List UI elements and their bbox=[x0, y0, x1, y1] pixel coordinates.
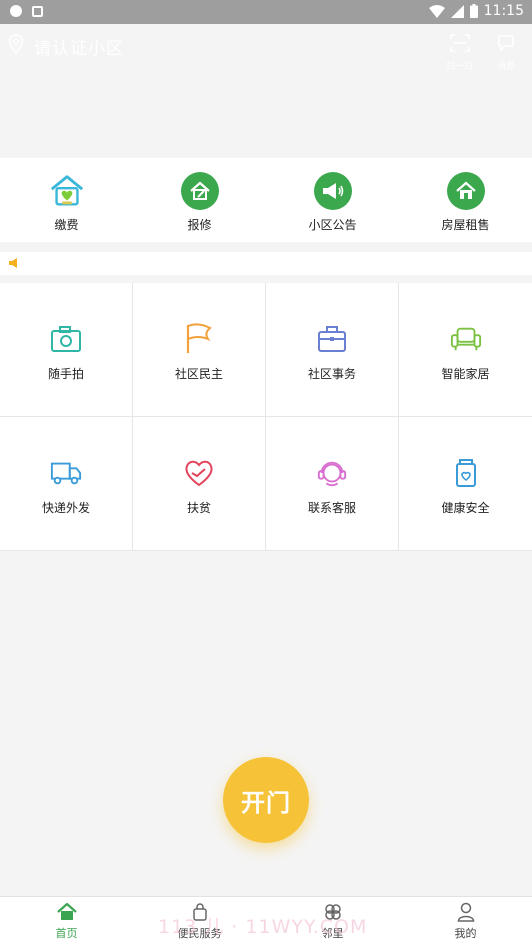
quick-action-label: 缴费 bbox=[54, 218, 79, 232]
scan-button[interactable]: 扫一扫 bbox=[446, 34, 473, 72]
notification-app-icon bbox=[32, 5, 43, 17]
repair-house-icon bbox=[180, 172, 219, 210]
service-label: 联系客服 bbox=[307, 501, 356, 515]
heart-hand-icon bbox=[183, 457, 215, 489]
quick-action-repair[interactable]: 报修 bbox=[133, 158, 266, 242]
service-health[interactable]: 健康安全 bbox=[399, 417, 532, 551]
service-label: 快递外发 bbox=[41, 501, 90, 515]
wifi-icon bbox=[428, 4, 445, 18]
megaphone-icon bbox=[313, 172, 352, 210]
scan-label: 扫一扫 bbox=[446, 62, 474, 72]
notification-dot-icon bbox=[10, 5, 22, 17]
service-label: 扶贫 bbox=[186, 501, 211, 515]
quick-action-label: 报修 bbox=[187, 218, 212, 232]
headset-icon bbox=[316, 457, 348, 489]
speaker-icon bbox=[9, 258, 17, 268]
scan-icon bbox=[449, 34, 470, 52]
quick-actions: 缴费 报修 小区公告 房屋租售 bbox=[0, 158, 532, 242]
service-affairs[interactable]: 社区事务 bbox=[266, 283, 399, 417]
open-door-button[interactable]: 开门 bbox=[223, 757, 309, 843]
service-poverty[interactable]: 扶贫 bbox=[133, 417, 266, 551]
quick-action-label: 小区公告 bbox=[308, 218, 357, 232]
notice-bar[interactable] bbox=[0, 252, 532, 275]
community-title[interactable]: 请认证小区 bbox=[34, 34, 124, 59]
service-snapshot[interactable]: 随手拍 bbox=[0, 283, 133, 417]
message-label: 消息 bbox=[497, 62, 516, 72]
jar-icon bbox=[450, 457, 482, 489]
service-smart-home[interactable]: 智能家居 bbox=[399, 283, 532, 417]
home-icon bbox=[446, 172, 485, 210]
camera-icon bbox=[50, 323, 82, 355]
message-button[interactable]: 消息 bbox=[497, 34, 515, 72]
user-icon bbox=[455, 902, 477, 922]
service-label: 健康安全 bbox=[441, 501, 490, 515]
tab-label: 首页 bbox=[55, 927, 78, 940]
service-label: 随手拍 bbox=[47, 367, 84, 381]
quick-action-housing[interactable]: 房屋租售 bbox=[399, 158, 532, 242]
battery-icon bbox=[469, 4, 478, 18]
service-grid: 随手拍 社区民主 社区事务 智能家居 快递外发 扶贫 联系客服 健康安全 bbox=[0, 283, 532, 551]
watermark: 113 儿 · 11WYY.COM bbox=[158, 916, 368, 938]
tab-mine[interactable]: 我的 bbox=[399, 897, 532, 944]
service-democracy[interactable]: 社区民主 bbox=[133, 283, 266, 417]
truck-icon bbox=[50, 457, 82, 489]
sofa-icon bbox=[450, 323, 482, 355]
quick-action-payment[interactable]: 缴费 bbox=[0, 158, 133, 242]
service-customer-service[interactable]: 联系客服 bbox=[266, 417, 399, 551]
service-label: 社区民主 bbox=[174, 367, 223, 381]
house-heart-icon bbox=[48, 172, 86, 210]
quick-action-label: 房屋租售 bbox=[441, 218, 490, 232]
signal-icon bbox=[450, 4, 464, 18]
tab-label: 我的 bbox=[454, 927, 477, 940]
message-icon bbox=[498, 35, 514, 52]
location-pin-icon[interactable] bbox=[8, 34, 24, 54]
status-time: 11:15 bbox=[483, 3, 524, 19]
status-bar: 11:15 bbox=[0, 0, 532, 24]
quick-action-announcement[interactable]: 小区公告 bbox=[266, 158, 399, 242]
service-label: 社区事务 bbox=[307, 367, 356, 381]
tab-home[interactable]: 首页 bbox=[0, 897, 133, 944]
briefcase-icon bbox=[316, 323, 348, 355]
service-label: 智能家居 bbox=[441, 367, 490, 381]
header: 请认证小区 扫一扫 消息 bbox=[0, 24, 532, 158]
flag-icon bbox=[183, 323, 215, 355]
service-express[interactable]: 快递外发 bbox=[0, 417, 133, 551]
home-tab-icon bbox=[56, 902, 78, 922]
